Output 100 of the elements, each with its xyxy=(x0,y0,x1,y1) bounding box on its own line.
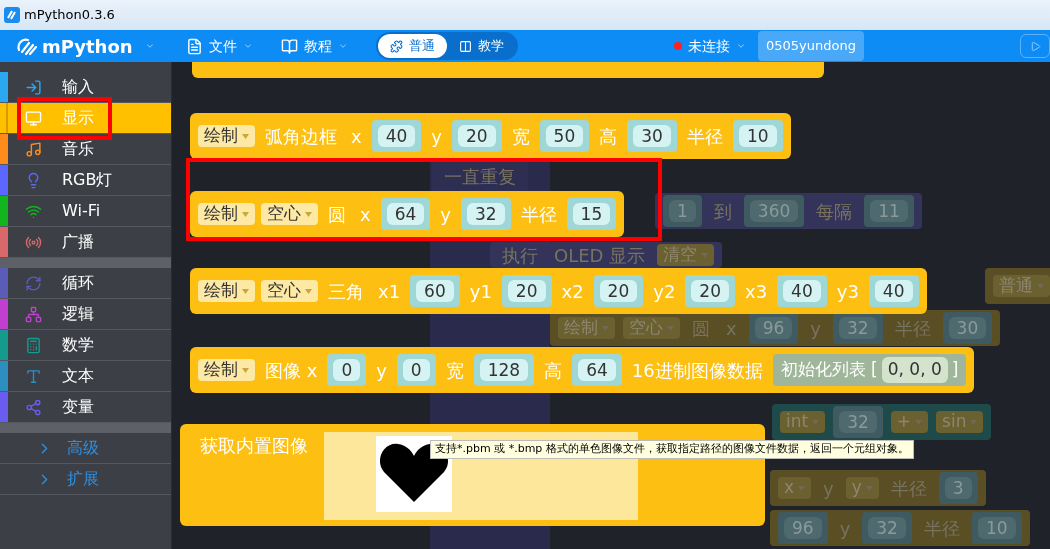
block-label: 三角 xyxy=(327,279,365,304)
number-socket[interactable]: 30 xyxy=(627,120,677,152)
number-input[interactable]: 30 xyxy=(633,125,671,147)
caret-icon xyxy=(865,485,873,491)
block-label: 宽 xyxy=(510,124,531,149)
number-input[interactable]: 40 xyxy=(874,280,913,302)
block-label: y xyxy=(838,516,852,541)
category-item[interactable]: 循环 xyxy=(0,268,171,299)
number-input[interactable]: 64 xyxy=(578,359,616,381)
caret-icon xyxy=(242,288,249,294)
number-input[interactable]: 20 xyxy=(457,125,496,147)
caret-icon xyxy=(305,211,312,217)
block-dropdown[interactable]: 绘制 xyxy=(198,359,255,381)
block-dropdown[interactable]: 绘制 xyxy=(198,280,255,302)
list-block[interactable]: 初始化列表 [ 0, 0, 0 ] xyxy=(772,354,967,386)
number-input[interactable]: 64 xyxy=(386,203,425,225)
number-socket[interactable]: 128 xyxy=(473,354,535,386)
caret-icon xyxy=(667,325,674,331)
caret-icon xyxy=(242,367,249,373)
block-label: x xyxy=(350,124,363,149)
block-dropdown[interactable]: 空心 xyxy=(261,280,318,302)
number-socket[interactable]: 10 xyxy=(732,120,783,152)
list-label: 初始化列表 [ xyxy=(780,358,878,382)
block-label: 到 xyxy=(712,199,733,224)
block-label: x1 xyxy=(377,279,402,304)
loop-icon xyxy=(25,274,42,292)
number-socket[interactable]: 40 xyxy=(777,275,827,307)
number-input[interactable]: 128 xyxy=(479,359,529,381)
block-label: 获取内置图像 xyxy=(199,434,309,458)
number-input[interactable]: 40 xyxy=(377,125,416,147)
number-socket[interactable]: 0 xyxy=(396,354,436,386)
number-socket[interactable]: 60 xyxy=(410,275,460,307)
caret-icon xyxy=(242,211,249,217)
caret-icon xyxy=(602,325,609,331)
block-label: 半径 xyxy=(893,316,932,341)
play-icon xyxy=(1029,40,1041,52)
caret-icon xyxy=(243,41,253,51)
category-item[interactable]: 音乐 xyxy=(0,134,171,165)
book-icon xyxy=(281,37,298,55)
number-socket[interactable]: 15 xyxy=(566,198,617,230)
block-label: y xyxy=(809,316,822,341)
nodes-icon xyxy=(25,398,42,416)
category-item[interactable]: 变量 xyxy=(0,392,171,423)
number-input[interactable]: 40 xyxy=(783,280,821,302)
block-label: 每隔 xyxy=(815,199,854,224)
number-input[interactable]: 32 xyxy=(466,203,505,225)
caret-icon xyxy=(798,485,806,491)
window-title: mPython0.3.6 xyxy=(24,6,115,25)
category-item[interactable]: 逻辑 xyxy=(0,299,171,330)
columns-icon xyxy=(459,39,472,53)
number-socket[interactable]: 0 xyxy=(327,354,367,386)
number-input[interactable]: 15 xyxy=(572,203,611,225)
caret-icon xyxy=(970,419,978,425)
block-label: 半径 xyxy=(685,124,724,149)
number-socket[interactable]: 32 xyxy=(460,198,511,230)
caret-icon xyxy=(144,41,155,51)
caret-icon xyxy=(1037,283,1044,289)
category-item[interactable]: 数学 xyxy=(0,330,171,361)
category-item[interactable]: 广播 xyxy=(0,227,171,258)
category-item[interactable]: 文本 xyxy=(0,361,171,392)
number-socket[interactable]: 40 xyxy=(868,275,919,307)
block-dropdown[interactable]: 绘制 xyxy=(198,203,255,225)
number-input[interactable]: 0 xyxy=(402,359,430,381)
block-label: y xyxy=(375,358,388,383)
number-socket[interactable]: 50 xyxy=(539,120,590,152)
number-socket[interactable]: 20 xyxy=(501,275,552,307)
number-input[interactable]: 50 xyxy=(545,125,584,147)
number-socket[interactable]: 64 xyxy=(572,354,622,386)
number-input[interactable]: 10 xyxy=(738,125,777,147)
block-label: 宽 xyxy=(444,358,465,383)
text-icon xyxy=(25,367,42,385)
block-dropdown[interactable]: 绘制 xyxy=(198,125,255,147)
block-label: x xyxy=(359,202,372,227)
category-item[interactable]: RGB灯 xyxy=(0,165,171,196)
number-socket[interactable]: 20 xyxy=(593,275,644,307)
block-label: 图像 x xyxy=(264,358,319,383)
mode-tab[interactable]: 普通 xyxy=(378,34,447,58)
number-socket[interactable]: 20 xyxy=(685,275,735,307)
list-label: ] xyxy=(951,358,959,382)
number-input[interactable]: 20 xyxy=(507,280,546,302)
block-label: 圆 xyxy=(327,202,347,227)
login-icon xyxy=(25,78,42,96)
number-socket[interactable]: 64 xyxy=(380,198,431,230)
block-label: y xyxy=(822,476,835,501)
category-item[interactable]: Wi-Fi xyxy=(0,196,171,227)
mode-tab[interactable]: 教学 xyxy=(447,34,516,58)
logo-text: mPython xyxy=(42,34,133,59)
number-input[interactable]: 20 xyxy=(691,280,729,302)
number-socket[interactable]: 20 xyxy=(451,120,502,152)
number-input[interactable]: 20 xyxy=(599,280,638,302)
block-label: x xyxy=(725,316,738,341)
calculator-icon xyxy=(25,336,42,354)
number-input[interactable]: 0 xyxy=(333,359,361,381)
block-dropdown[interactable]: 空心 xyxy=(261,203,318,225)
number-socket[interactable]: 40 xyxy=(371,120,422,152)
block-label: x2 xyxy=(560,279,585,304)
block-label: 半径 xyxy=(889,476,928,501)
number-input[interactable]: 60 xyxy=(416,280,454,302)
block-label: 弧角边框 xyxy=(264,124,338,149)
list-value[interactable]: 0, 0, 0 xyxy=(881,357,948,383)
